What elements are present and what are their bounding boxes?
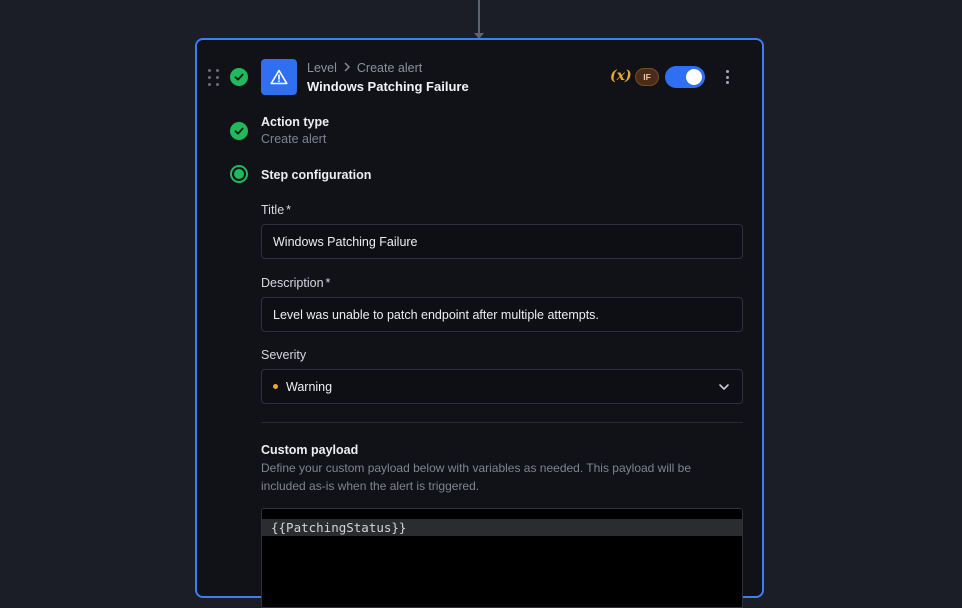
section-divider xyxy=(261,422,743,423)
workflow-step-card: Level Create alert Windows Patching Fail… xyxy=(195,38,764,608)
alert-warning-icon xyxy=(261,59,297,95)
step-card-title: Windows Patching Failure xyxy=(307,79,469,94)
action-type-complete-check-icon xyxy=(230,122,248,140)
severity-select-value: Warning xyxy=(286,379,333,394)
severity-field-label: Severity xyxy=(261,348,307,362)
breadcrumb-parent[interactable]: Level xyxy=(307,61,337,75)
required-asterisk: * xyxy=(325,276,331,290)
flow-connector-line xyxy=(478,0,480,34)
description-input-value: Level was unable to patch endpoint after… xyxy=(273,307,599,322)
step-complete-check-icon xyxy=(230,68,248,86)
title-field-label: Title * xyxy=(261,203,292,217)
step-enabled-toggle[interactable] xyxy=(665,66,705,88)
action-type-value: Create alert xyxy=(261,132,327,146)
condition-if-badge[interactable]: IF xyxy=(635,68,659,86)
breadcrumb: Level Create alert xyxy=(307,61,422,75)
chevron-right-icon xyxy=(343,62,351,75)
required-asterisk: * xyxy=(286,203,292,217)
step-active-indicator-icon xyxy=(230,165,248,183)
payload-code-text[interactable]: {{PatchingStatus}} xyxy=(271,519,406,536)
toggle-knob xyxy=(686,69,702,85)
variables-button[interactable]: (x) xyxy=(610,68,632,84)
severity-select[interactable]: Warning xyxy=(261,369,743,404)
drag-handle-icon[interactable] xyxy=(208,69,220,86)
description-field-label: Description * xyxy=(261,276,331,290)
step-configuration-title[interactable]: Step configuration xyxy=(261,168,371,182)
action-type-title[interactable]: Action type xyxy=(261,115,329,129)
severity-warning-dot-icon xyxy=(273,384,278,389)
description-input[interactable]: Level was unable to patch endpoint after… xyxy=(261,297,743,332)
custom-payload-description: Define your custom payload below with va… xyxy=(261,461,692,493)
more-options-icon[interactable] xyxy=(725,70,729,84)
breadcrumb-current: Create alert xyxy=(356,61,423,75)
payload-code-editor[interactable]: {{PatchingStatus}} xyxy=(261,508,743,608)
title-input-value: Windows Patching Failure xyxy=(273,234,418,249)
custom-payload-title: Custom payload xyxy=(261,443,359,457)
chevron-down-icon xyxy=(719,384,729,390)
title-input[interactable]: Windows Patching Failure xyxy=(261,224,743,259)
